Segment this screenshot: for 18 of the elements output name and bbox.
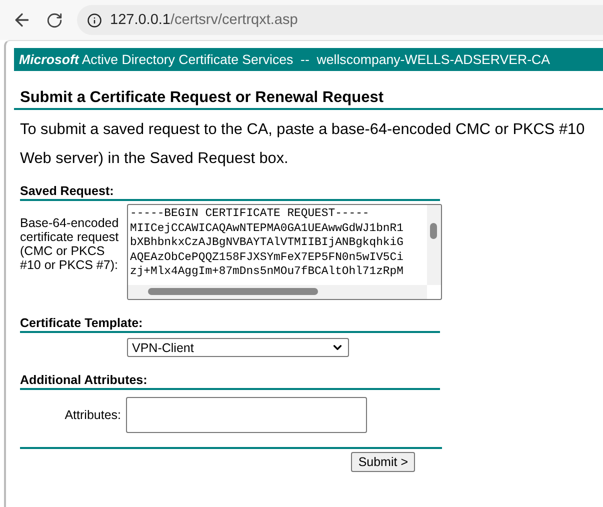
attributes-textarea[interactable]	[126, 397, 367, 433]
field-label: Base-64-encoded certificate request (CMC or PKCS #10 or PKCS #7):	[20, 215, 120, 272]
vertical-scrollbar[interactable]	[427, 205, 441, 285]
reload-icon[interactable]	[46, 12, 63, 28]
intro-text: To submit a saved request to the CA, paste a base-64-encoded CMC or PKCS #10	[20, 120, 586, 139]
template-dropdown[interactable]: VPN-Client	[127, 338, 349, 357]
address-bar[interactable]: 127.0.0.1/certsrv/certrqxt.asp	[77, 5, 603, 35]
info-icon	[87, 12, 102, 28]
page-banner: Microsoft Active Directory Certificate Services -- wellscompany-WELLS-ADSERVER-CA	[14, 48, 603, 71]
section-heading: Additional Attributes:	[20, 373, 440, 390]
submit-button[interactable]: Submit >	[351, 452, 415, 472]
section-heading: Certificate Template:	[20, 316, 440, 333]
horizontal-scrollbar[interactable]	[128, 285, 427, 299]
section-heading: Saved Request:	[20, 184, 440, 201]
page-heading: Submit a Certificate Request or Renewal Request	[14, 89, 603, 110]
request-textarea[interactable]: -----BEGIN CERTIFICATE REQUEST----- MIICejCCAWICAQAwNTEPMA0GA1UEAwwGdWJ1bnR1 bXBhbnkxCzAJBgNVBAYTAlVTMIIBIjANBgkqhkiG AQEAzObCePQQZ158FJXSYmFeX7EP5FN0n5wIV5Ci zj+Mlx4AggIm+87mDns5nMOu7fBCAltOhl71zRpM	[127, 204, 442, 300]
field-label: Attributes:	[64, 408, 122, 422]
intro-text: Web server) in the Saved Request box.	[20, 149, 290, 168]
